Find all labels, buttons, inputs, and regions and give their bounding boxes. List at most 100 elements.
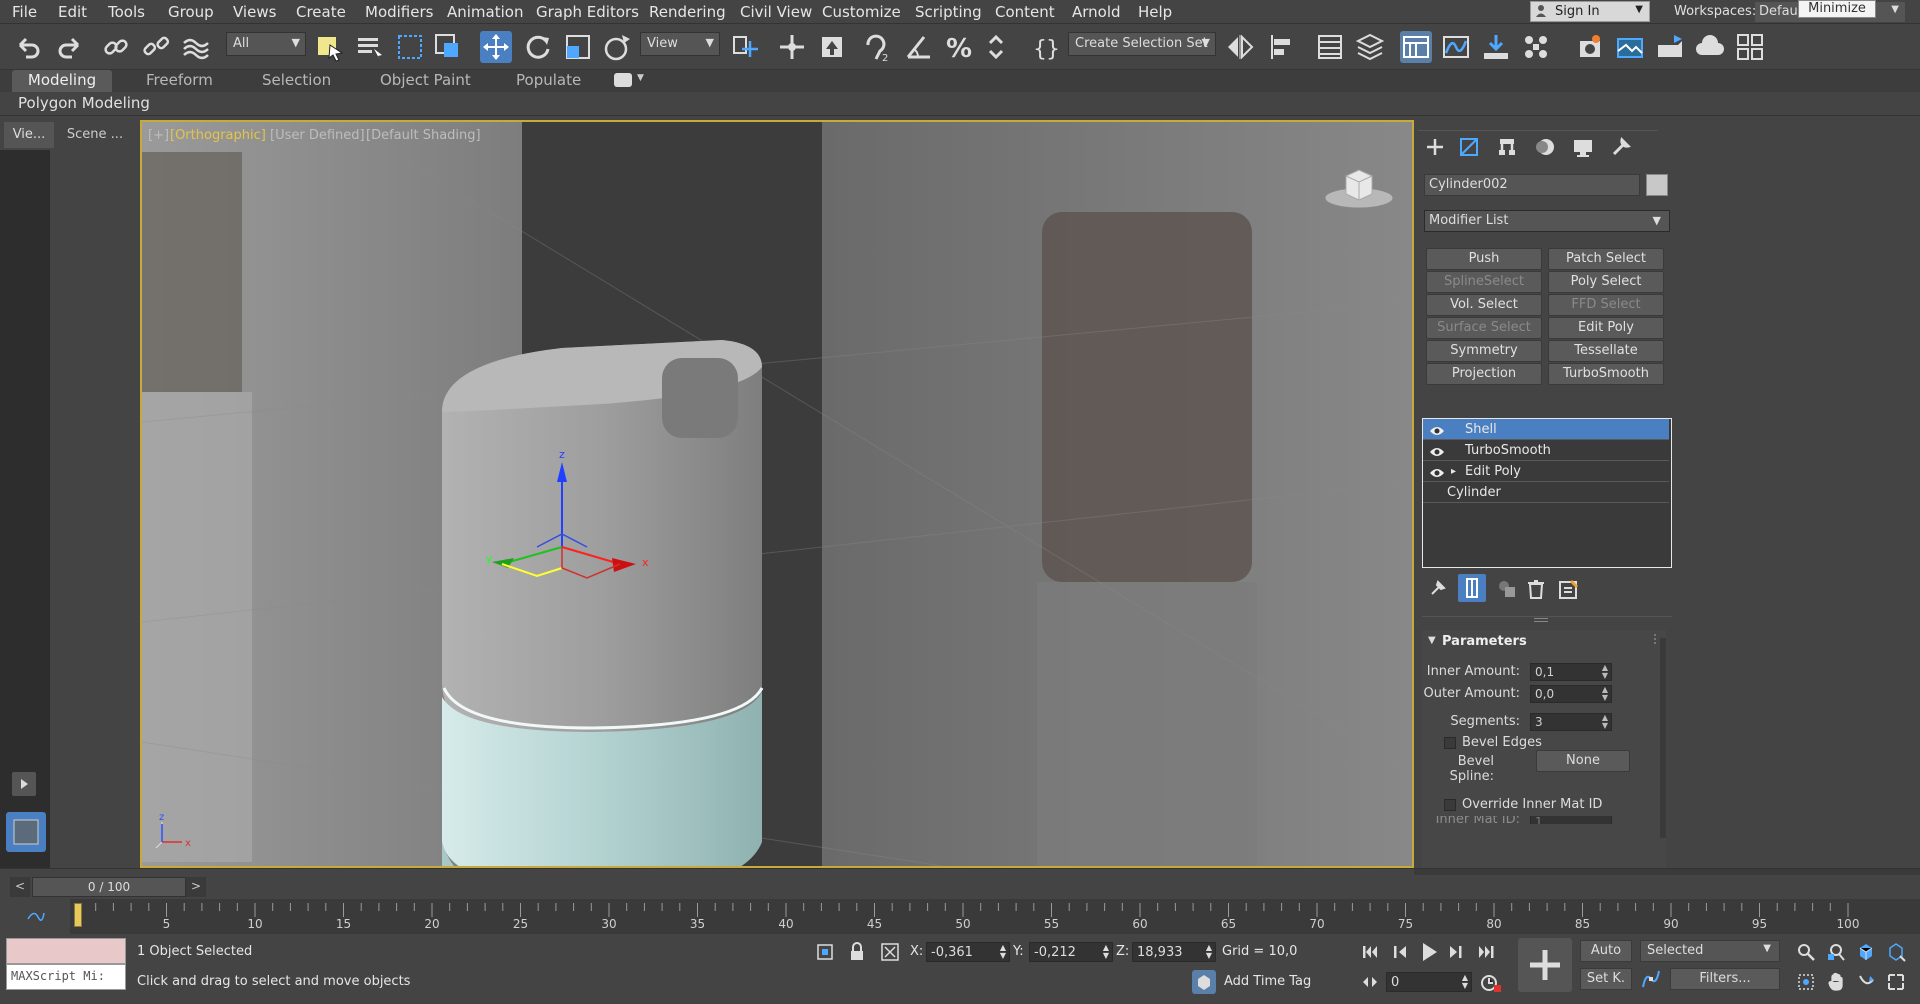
rotate-icon[interactable] <box>522 31 554 63</box>
add-time-tag-icon[interactable] <box>1192 970 1216 994</box>
viewport-point-of-view-menu[interactable]: [Orthographic] <box>170 128 266 143</box>
modifier-button-turbosmooth[interactable]: TurboSmooth <box>1548 363 1664 385</box>
tab-scene-explorer[interactable]: Scene ... <box>60 122 130 148</box>
rendered-frame-window-icon[interactable] <box>1614 31 1646 63</box>
stack-item-cylinder[interactable]: Cylinder <box>1423 482 1669 503</box>
utilities-tab-icon[interactable] <box>1610 136 1632 158</box>
maximize-viewport-icon[interactable] <box>1886 972 1906 992</box>
selection-filter-dropdown[interactable]: All ▼ <box>226 32 306 56</box>
override-inner-mat-id-checkbox[interactable] <box>1444 799 1456 811</box>
expand-icon[interactable] <box>12 772 36 796</box>
motion-tab-icon[interactable] <box>1534 136 1556 158</box>
segments-spinner[interactable]: 3 ▲ ▼ <box>1530 713 1612 731</box>
inner-amount-spinner[interactable]: 0,1 ▲ ▼ <box>1530 663 1612 681</box>
expand-arrow-icon[interactable]: ▸ <box>1451 461 1456 482</box>
spinner-snap-icon[interactable] <box>982 31 1014 63</box>
menu-arnold[interactable]: Arnold <box>1072 3 1121 21</box>
trash-icon[interactable] <box>1526 578 1546 600</box>
make-unique-icon[interactable] <box>1496 578 1518 600</box>
ribbon-options-icon[interactable] <box>614 73 632 87</box>
modifier-stack[interactable]: Shell TurboSmooth ▸ Edit Poly Cylinder <box>1422 418 1672 568</box>
auto-key-button[interactable]: Auto <box>1580 940 1632 962</box>
stack-item-shell[interactable]: Shell <box>1423 419 1669 440</box>
menu-tools[interactable]: Tools <box>108 3 145 21</box>
select-manipulate-icon[interactable] <box>776 31 808 63</box>
y-coord-field[interactable]: -0,212 ▲ ▼ <box>1029 942 1113 962</box>
menu-help[interactable]: Help <box>1138 3 1172 21</box>
modifier-list-dropdown[interactable]: Modifier List ▼ <box>1424 210 1670 232</box>
layer-explorer-icon[interactable] <box>1354 31 1386 63</box>
move-icon[interactable] <box>480 31 512 63</box>
menu-create[interactable]: Create <box>296 3 346 21</box>
menu-civil-view[interactable]: Civil View <box>740 3 812 21</box>
render-setup-icon[interactable] <box>1574 31 1606 63</box>
isolate-selection-icon[interactable] <box>815 942 835 962</box>
x-coord-field[interactable]: -0,361 ▲ ▼ <box>926 942 1010 962</box>
viewcube-icon[interactable] <box>1322 156 1396 210</box>
viewport-shading-menu[interactable]: [Default Shading] <box>366 128 481 143</box>
pivot-center-icon[interactable] <box>728 31 760 63</box>
set-key-icon[interactable] <box>1518 938 1572 992</box>
zoom-all-icon[interactable] <box>1826 942 1846 962</box>
menu-modifiers[interactable]: Modifiers <box>365 3 433 21</box>
scene-explorer-icon[interactable] <box>1314 31 1346 63</box>
mirror-icon[interactable] <box>1224 31 1256 63</box>
current-frame-marker[interactable] <box>74 903 82 927</box>
modifier-button-ffd-select[interactable]: FFD Select <box>1548 294 1664 316</box>
menu-edit[interactable]: Edit <box>58 3 87 21</box>
rollout-scrollbar[interactable] <box>1660 638 1666 838</box>
tab-selection[interactable]: Selection <box>262 70 331 92</box>
menu-file[interactable]: File <box>12 3 37 21</box>
reference-coordinate-dropdown[interactable]: View ▼ <box>640 32 720 56</box>
undo-icon[interactable] <box>12 31 44 63</box>
spinner-arrows-icon[interactable]: ▲ ▼ <box>1602 664 1608 680</box>
viewport-user-defined-menu[interactable]: [User Defined] <box>270 128 365 143</box>
modifier-button-patch-select[interactable]: Patch Select <box>1548 248 1664 270</box>
maxscript-listener-top[interactable] <box>6 938 126 964</box>
key-tangents-icon[interactable] <box>1640 968 1662 990</box>
object-color-swatch[interactable] <box>1646 174 1668 196</box>
menu-rendering[interactable]: Rendering <box>649 3 726 21</box>
select-by-name-icon[interactable] <box>354 31 386 63</box>
bevel-edges-checkbox[interactable] <box>1444 737 1456 749</box>
snaps-toggle-icon[interactable]: 2 <box>862 31 894 64</box>
viewport[interactable]: z x y x z [+] [Orthographic] [User Defin… <box>140 120 1414 868</box>
object-name-field[interactable]: Cylinder002 <box>1424 174 1640 196</box>
edit-named-selection-icon[interactable]: {} <box>1030 31 1062 63</box>
spinner-arrows-icon[interactable]: ▲ ▼ <box>1462 974 1468 990</box>
field-of-view-icon[interactable] <box>1796 972 1816 992</box>
menu-scripting[interactable]: Scripting <box>915 3 982 21</box>
current-frame-field[interactable]: 0 ▲ ▼ <box>1386 972 1472 992</box>
modifier-button-tessellate[interactable]: Tessellate <box>1548 340 1664 362</box>
key-filter-selection-dropdown[interactable]: Selected ▼ <box>1640 940 1780 962</box>
rectangular-selection-icon[interactable] <box>394 31 426 63</box>
z-coord-field[interactable]: 18,933 ▲ ▼ <box>1132 942 1216 962</box>
time-configuration-icon[interactable] <box>1480 972 1502 994</box>
key-filters-button[interactable]: Filters... <box>1670 968 1780 990</box>
spinner-arrows-icon[interactable]: ▲ ▼ <box>1602 714 1608 730</box>
absolute-mode-icon[interactable] <box>880 942 900 962</box>
configure-modifier-sets-icon[interactable] <box>1558 578 1580 600</box>
parameters-rollout-title[interactable]: Parameters <box>1442 634 1527 649</box>
select-object-icon[interactable] <box>314 31 346 63</box>
add-time-tag-label[interactable]: Add Time Tag <box>1224 974 1311 989</box>
unlink-icon[interactable] <box>140 31 172 63</box>
time-slider[interactable]: 0 / 100 <box>32 877 186 897</box>
go-to-end-icon[interactable] <box>1476 942 1496 962</box>
previous-frame-icon[interactable] <box>1390 942 1410 962</box>
modifier-button-poly-select[interactable]: Poly Select <box>1548 271 1664 293</box>
align-icon[interactable] <box>1266 31 1298 63</box>
toggle-ribbon-icon[interactable] <box>1400 31 1432 63</box>
modifier-button-push[interactable]: Push <box>1426 248 1542 270</box>
percent-snap-icon[interactable]: % <box>942 31 974 64</box>
place-icon[interactable] <box>602 31 634 63</box>
chevron-down-icon[interactable]: ▼ <box>637 73 644 83</box>
collapse-arrow-icon[interactable]: ▼ <box>1428 635 1436 646</box>
scale-icon[interactable] <box>562 31 594 63</box>
menu-animation[interactable]: Animation <box>447 3 523 21</box>
tab-view-explorer[interactable]: Vie... <box>4 122 54 148</box>
set-key-button[interactable]: Set K. <box>1580 968 1632 990</box>
curve-editor-mini-icon[interactable] <box>26 907 46 923</box>
show-end-result-icon[interactable] <box>1458 574 1486 602</box>
next-frame-icon[interactable] <box>1446 942 1466 962</box>
